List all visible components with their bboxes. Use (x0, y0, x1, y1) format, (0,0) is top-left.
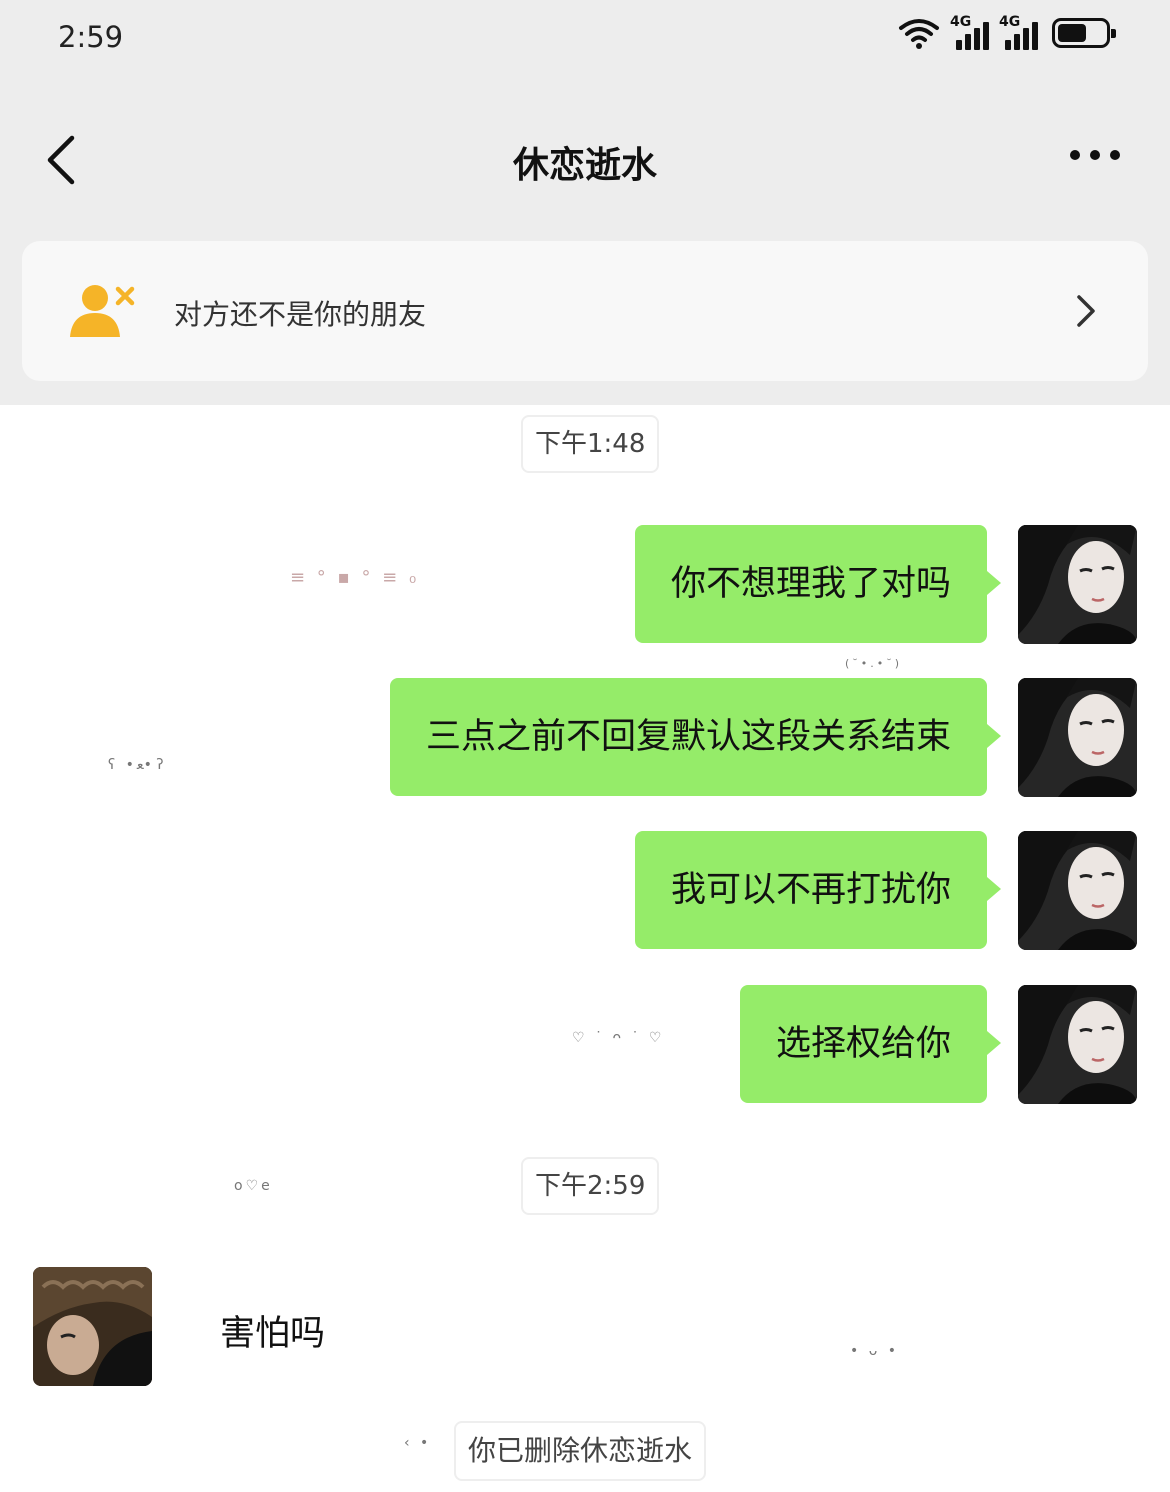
page-title: 休恋逝水 (512, 145, 657, 186)
received-message[interactable]: 害怕吗 (220, 1305, 325, 1356)
network-type-2: 4G (999, 14, 1021, 30)
my-avatar[interactable] (1018, 678, 1137, 797)
battery-fill (1058, 24, 1086, 42)
status-bar: 2:59 4G 4G (0, 0, 1170, 80)
avatar-photo-icon (1018, 525, 1137, 644)
not-friend-notice[interactable]: 对方还不是你的朋友 (22, 241, 1148, 381)
network-type-1: 4G (950, 14, 972, 30)
message-list[interactable]: 下午1:48 ≡ ° ▪ ° ≡ ₀ (˘•.•˘) ʕ •ﻌ• ʔ ♡ ˙ ᴖ… (0, 405, 1170, 1492)
my-avatar[interactable] (1018, 525, 1137, 644)
my-avatar[interactable] (1018, 985, 1137, 1104)
decorative-emoticon: ‹ • (404, 1435, 432, 1451)
decorative-emoticon: o♡e (234, 1178, 273, 1194)
status-icons: 4G 4G (898, 14, 1116, 50)
battery-icon (1052, 18, 1116, 48)
signal-2-icon: 4G (999, 14, 1038, 50)
time-label: 下午2:59 (521, 1157, 660, 1215)
ellipsis-icon (1070, 150, 1080, 160)
avatar-photo-icon (1018, 985, 1137, 1104)
my-avatar[interactable] (1018, 831, 1137, 950)
decorative-emoticon: ʕ •ﻌ• ʔ (108, 757, 167, 773)
avatar-photo-icon (1018, 831, 1137, 950)
notice-text: 对方还不是你的朋友 (174, 298, 427, 331)
sent-message[interactable]: 三点之前不回复默认这段关系结束 (389, 678, 1002, 796)
avatar-photo-icon (1018, 678, 1137, 797)
more-button[interactable] (1070, 150, 1120, 160)
avatar-photo-icon (33, 1267, 152, 1386)
decorative-emoticon: • ᴗ • (850, 1343, 899, 1359)
time-label: 下午1:48 (521, 415, 660, 473)
chevron-right-icon (1077, 295, 1095, 327)
sent-message[interactable]: 选择权给你 (739, 985, 1002, 1103)
decorative-emoticon: ♡ ˙ ᴖ ˙ ♡ (572, 1030, 665, 1046)
system-message: 你已删除休恋逝水 (454, 1421, 707, 1481)
user-not-friend-icon (70, 285, 135, 337)
status-time: 2:59 (58, 20, 124, 54)
contact-avatar[interactable] (33, 1267, 152, 1386)
signal-1-icon: 4G (950, 14, 989, 50)
decorative-sticker: ≡ ° ▪ ° ≡ ₀ (290, 567, 420, 588)
sent-message[interactable]: 你不想理我了对吗 (634, 525, 1002, 643)
wifi-icon (899, 19, 939, 49)
decorative-emoticon: (˘•.•˘) (845, 657, 903, 670)
sent-message[interactable]: 我可以不再打扰你 (634, 831, 1002, 949)
chat-header: 休恋逝水 对方还不是你的朋友 (0, 80, 1170, 405)
